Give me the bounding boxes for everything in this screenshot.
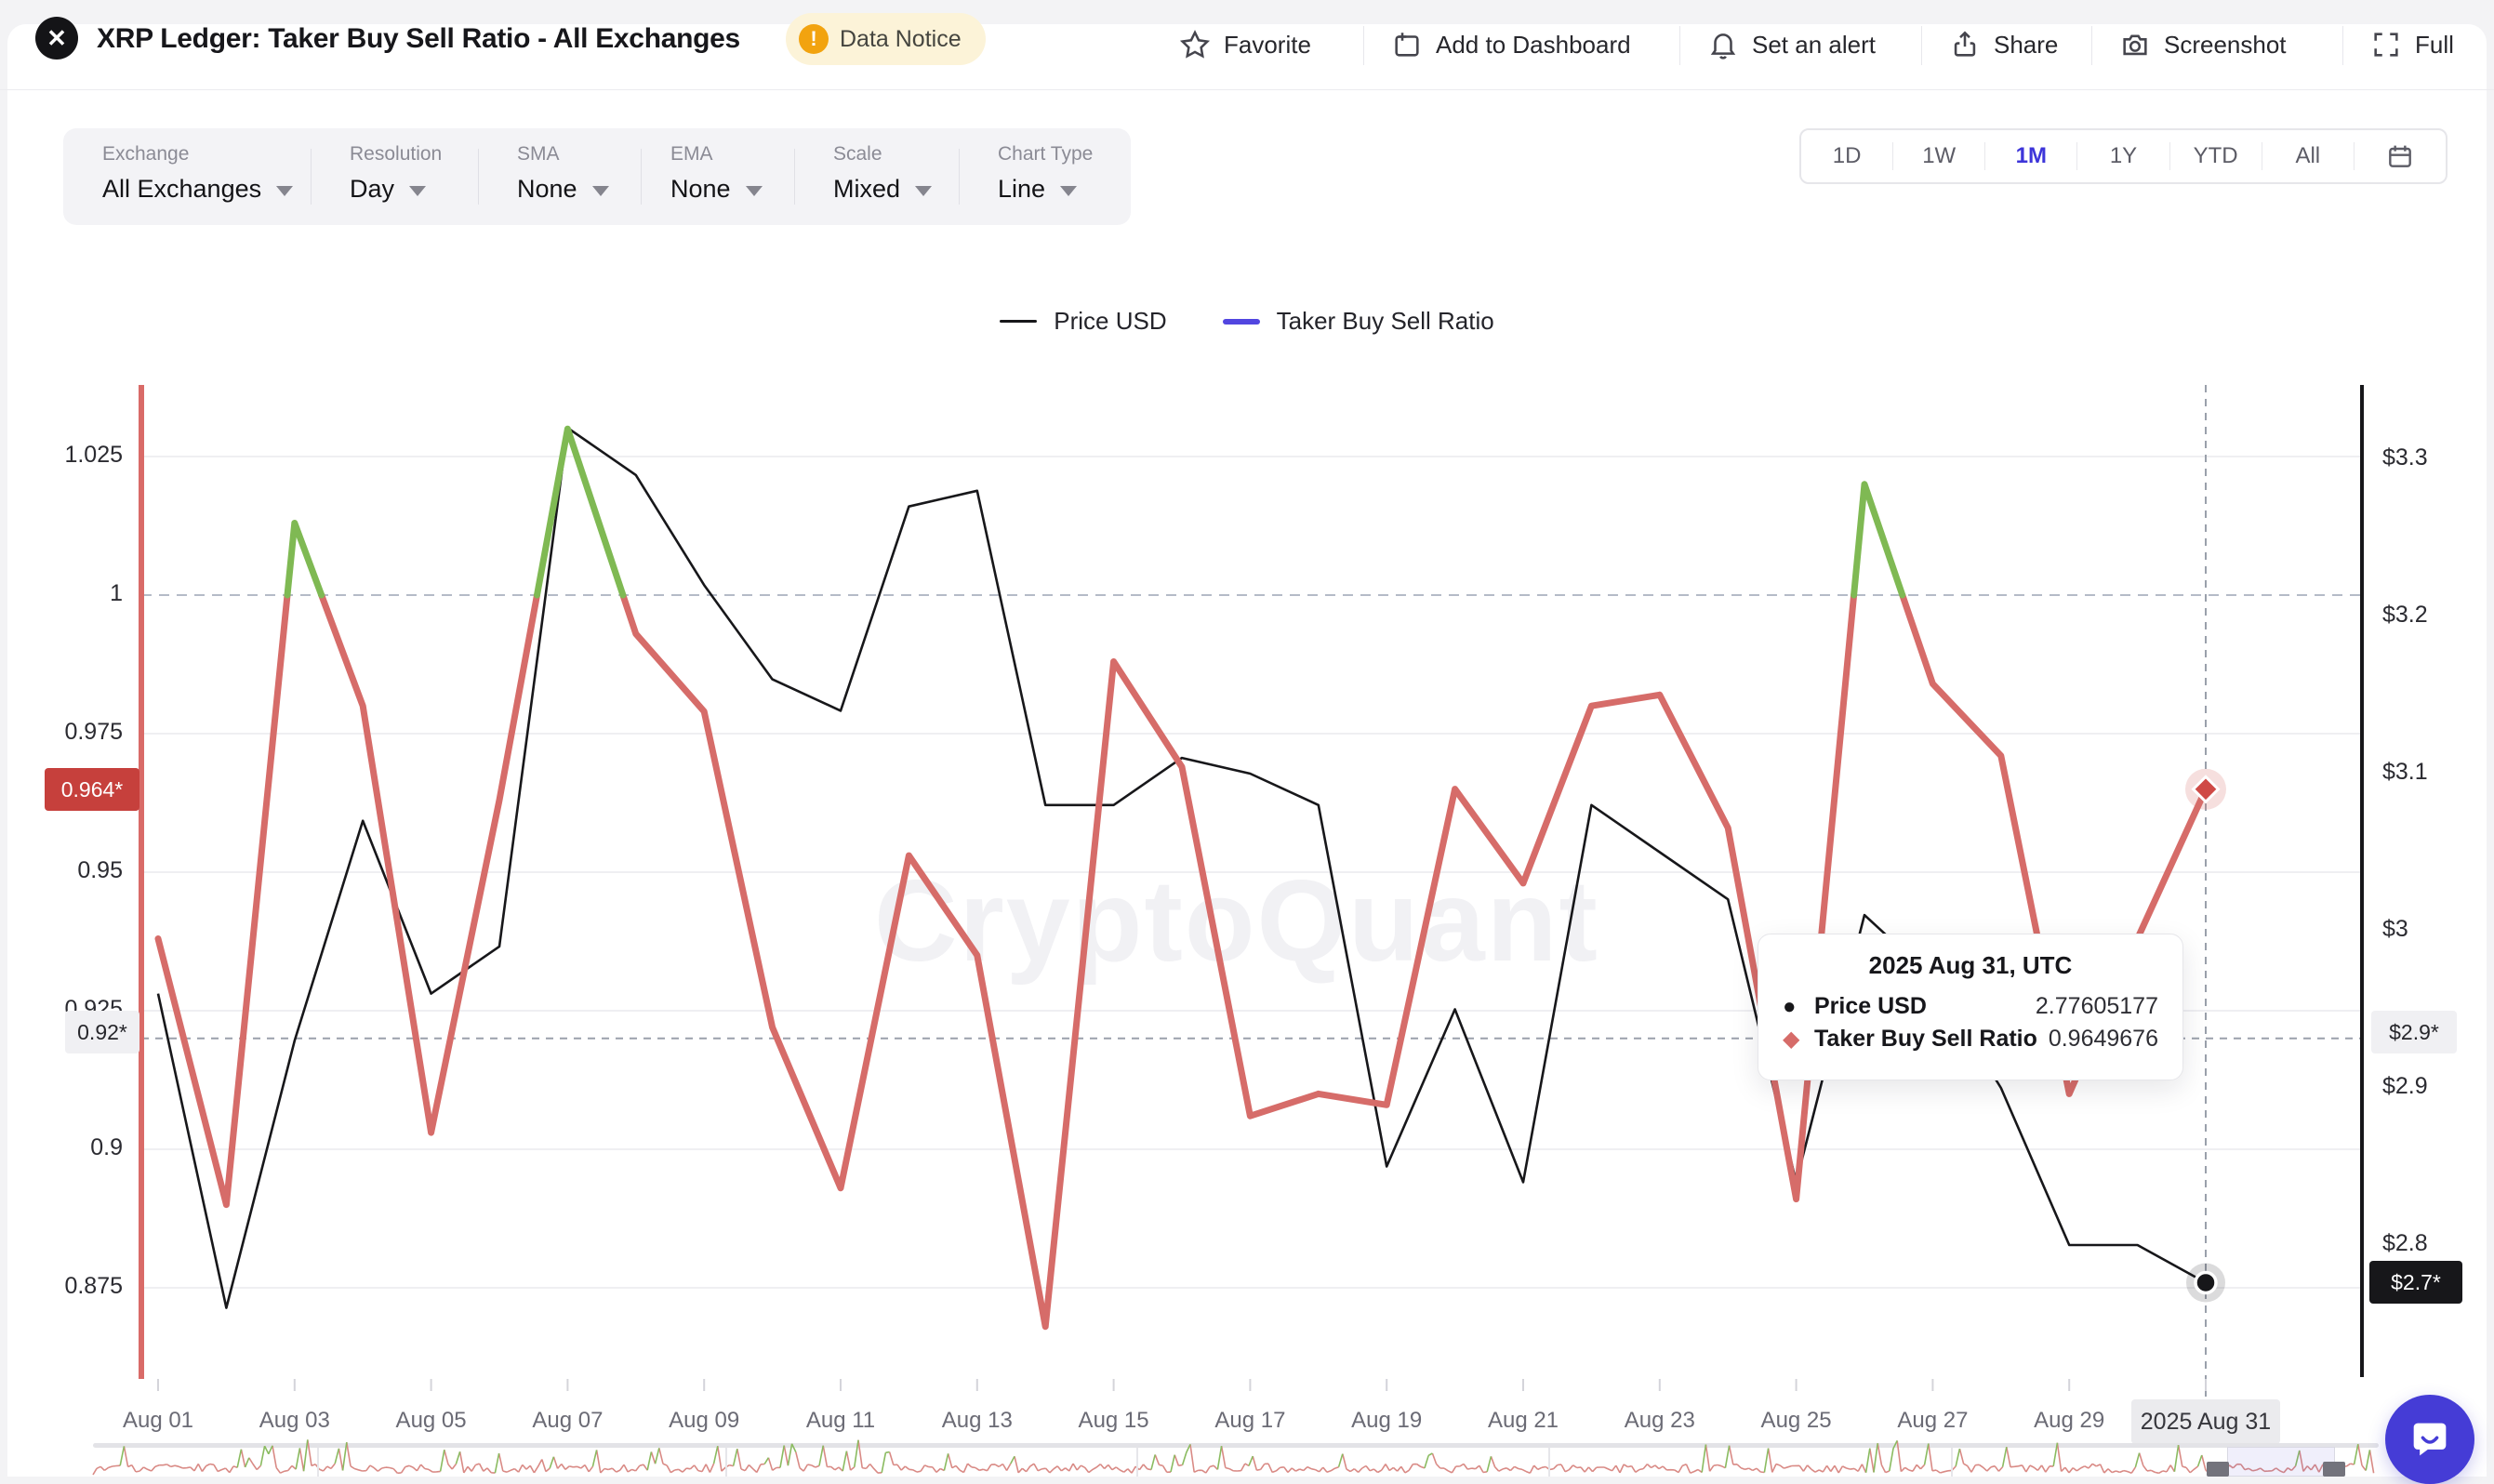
navigator-divider [317,1448,319,1477]
navigator-divider [1548,1448,1550,1477]
navigator-series-red [93,1439,2374,1475]
navigator-divider [725,1448,727,1477]
navigator-right-handle[interactable] [2323,1462,2345,1477]
navigator-minichart[interactable] [0,0,2494,1477]
navigator-left-handle[interactable] [2207,1462,2229,1477]
navigator-selected-range[interactable] [2227,1447,2335,1477]
navigator-divider [1136,1448,1138,1477]
chat-widget-button[interactable] [2385,1395,2474,1484]
navigator-divider [1951,1448,1953,1477]
chat-bubble-icon [2406,1415,2454,1464]
navigator-series-green [120,1439,2369,1473]
